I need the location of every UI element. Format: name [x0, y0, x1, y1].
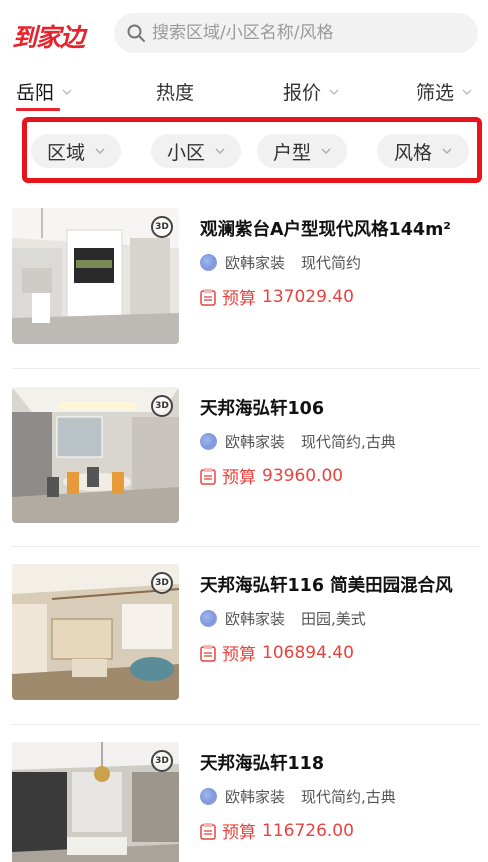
budget-icon [200, 467, 216, 485]
tab-label: 筛选 [416, 82, 455, 104]
company-name: 欧韩家装 [225, 788, 286, 806]
listing-meta: 欧韩家装 现代简约,古典 [200, 786, 396, 807]
company-avatar-icon [200, 433, 217, 450]
company-avatar-icon [200, 788, 217, 805]
listing-title[interactable]: 天邦海弘轩116 简美田园混合风 [200, 572, 453, 597]
filter-bar-highlight: 区域 小区 户型 风格 [22, 117, 482, 183]
listing-thumbnail[interactable]: 3D [12, 564, 179, 700]
chevron-down-icon [329, 89, 339, 95]
chevron-down-icon [62, 89, 72, 95]
listing-budget: 预算 106894.40 [200, 640, 354, 665]
search-bar[interactable] [114, 13, 478, 53]
header: 到家边 [0, 0, 488, 64]
tab-label: 岳阳 [16, 82, 55, 104]
budget-value: 106894.40 [262, 642, 354, 663]
filter-district[interactable]: 区域 [31, 134, 121, 168]
divider [12, 368, 480, 369]
budget-icon [200, 288, 216, 306]
divider [12, 724, 480, 725]
tab-label: 热度 [156, 82, 195, 104]
listing-budget: 预算 93960.00 [200, 463, 343, 488]
style-tags: 田园,美式 [301, 610, 366, 628]
style-tags: 现代简约 [301, 254, 362, 272]
filter-label: 小区 [166, 141, 205, 164]
filter-style[interactable]: 风格 [377, 134, 469, 168]
filter-layout[interactable]: 户型 [257, 134, 347, 168]
tab-price[interactable]: 报价 [283, 78, 339, 105]
listing-thumbnail[interactable]: 3D [12, 208, 179, 344]
active-tab-indicator [16, 108, 60, 111]
filter-community[interactable]: 小区 [151, 134, 241, 168]
company-avatar-icon [200, 254, 217, 271]
budget-label: 预算 [222, 645, 256, 665]
listing-title[interactable]: 观澜紫台A户型现代风格144m² [200, 216, 451, 241]
company-name: 欧韩家装 [225, 254, 286, 272]
budget-label: 预算 [222, 823, 256, 843]
listing-card[interactable]: 3D 天邦海弘轩118 欧韩家装 现代简约,古典 预算 116726.00 [12, 742, 480, 862]
tab-filter[interactable]: 筛选 [416, 78, 472, 105]
3d-badge-icon: 3D [151, 395, 173, 417]
divider [12, 546, 480, 547]
listing-title[interactable]: 天邦海弘轩106 [200, 395, 324, 420]
listing-title[interactable]: 天邦海弘轩118 [200, 750, 324, 775]
tab-label: 报价 [283, 82, 322, 104]
style-tags: 现代简约,古典 [301, 433, 396, 451]
search-input[interactable] [152, 23, 452, 43]
listing-card[interactable]: 3D 天邦海弘轩106 欧韩家装 现代简约,古典 预算 93960.00 [12, 387, 480, 523]
listing-meta: 欧韩家装 现代简约,古典 [200, 431, 396, 452]
sort-tabs: 岳阳 热度 报价 筛选 [0, 70, 488, 114]
tab-popularity[interactable]: 热度 [156, 78, 194, 105]
3d-badge-icon: 3D [151, 572, 173, 594]
budget-icon [200, 822, 216, 840]
listing-budget: 预算 137029.40 [200, 284, 354, 309]
company-name: 欧韩家装 [225, 433, 286, 451]
listing-card[interactable]: 3D 观澜紫台A户型现代风格144m² 欧韩家装 现代简约 预算 137029.… [12, 208, 480, 344]
filter-label: 风格 [393, 141, 432, 164]
listing-meta: 欧韩家装 田园,美式 [200, 608, 366, 629]
listing-thumbnail[interactable]: 3D [12, 387, 179, 523]
budget-icon [200, 644, 216, 662]
filter-label: 区域 [46, 141, 85, 164]
listing-thumbnail[interactable]: 3D [12, 742, 179, 862]
3d-badge-icon: 3D [151, 216, 173, 238]
budget-label: 预算 [222, 289, 256, 309]
chevron-down-icon [95, 148, 105, 154]
app-logo[interactable]: 到家边 [12, 18, 85, 54]
search-icon [127, 24, 145, 42]
chevron-down-icon [215, 148, 225, 154]
chevron-down-icon [442, 148, 452, 154]
budget-value: 137029.40 [262, 286, 354, 307]
company-name: 欧韩家装 [225, 610, 286, 628]
3d-badge-icon: 3D [151, 750, 173, 772]
budget-value: 93960.00 [262, 465, 344, 486]
company-avatar-icon [200, 610, 217, 627]
tab-city[interactable]: 岳阳 [16, 78, 72, 105]
filter-label: 户型 [272, 141, 311, 164]
style-tags: 现代简约,古典 [301, 788, 396, 806]
budget-label: 预算 [222, 468, 256, 488]
listing-budget: 预算 116726.00 [200, 818, 354, 843]
listing-meta: 欧韩家装 现代简约 [200, 252, 361, 273]
chevron-down-icon [462, 89, 472, 95]
budget-value: 116726.00 [262, 820, 354, 841]
chevron-down-icon [321, 148, 331, 154]
listing-card[interactable]: 3D 天邦海弘轩116 简美田园混合风 欧韩家装 田园,美式 预算 106894… [12, 564, 480, 700]
